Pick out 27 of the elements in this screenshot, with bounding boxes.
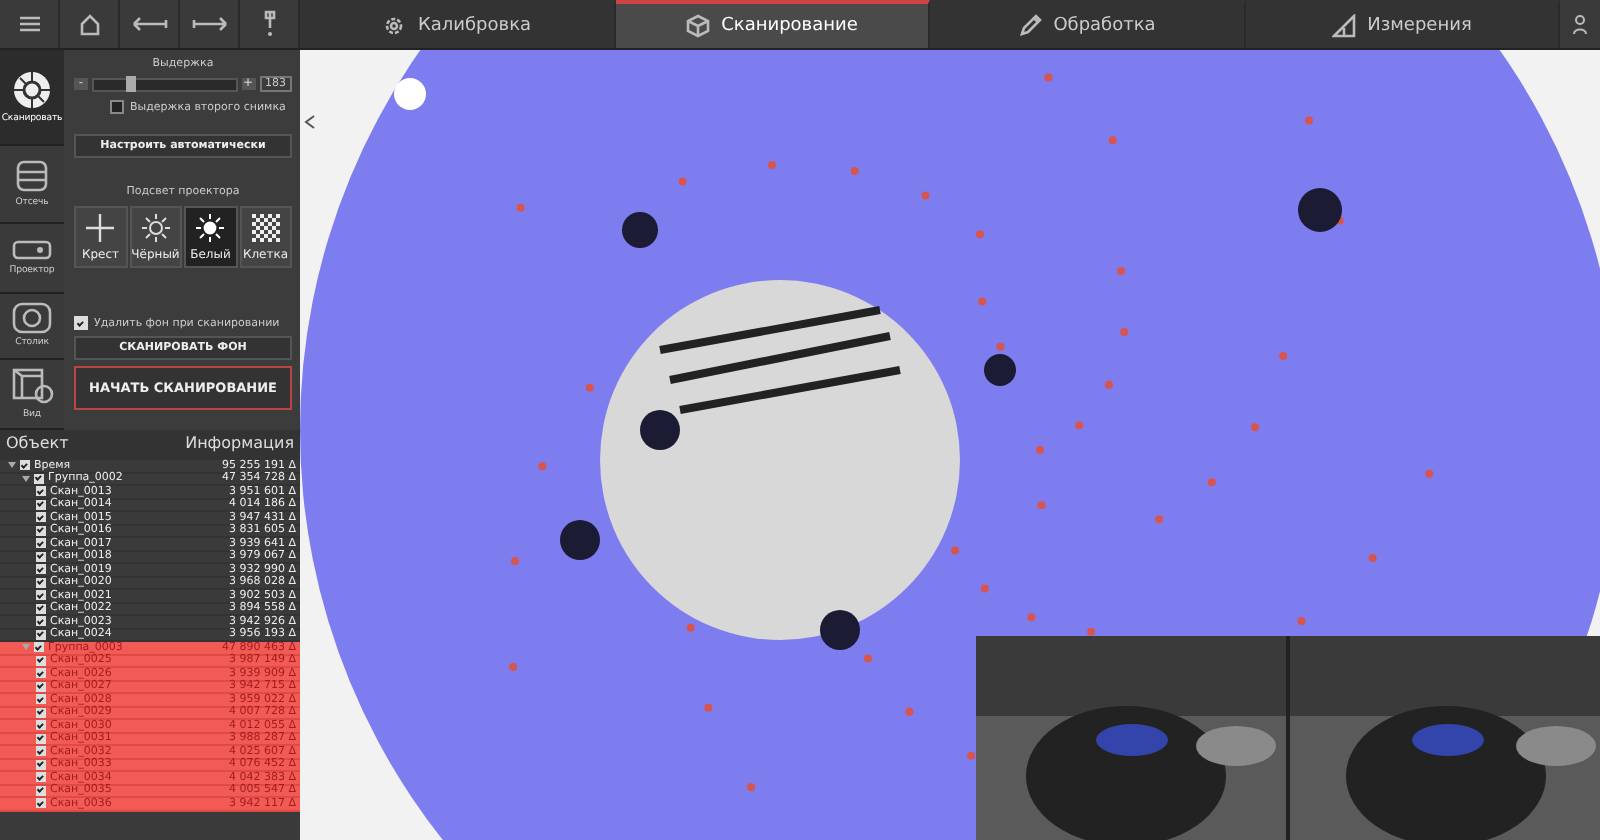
probe-icon [263,10,275,38]
sun-icon [141,214,170,242]
tab[interactable]: Измерения [1245,0,1560,48]
home-icon [77,12,101,36]
person-icon [1572,14,1588,34]
turntable-icon [12,302,52,335]
projector-icon [12,238,52,263]
checkbox[interactable] [110,100,124,114]
pencil-icon [1017,14,1042,38]
sun-icon [196,214,225,242]
exposure-slider[interactable] [92,77,237,91]
tab[interactable]: Сканирование [615,0,930,48]
cube-icon [685,14,710,38]
slider-thumb[interactable] [125,75,136,91]
view-icon [10,366,54,407]
crosshair-icon [86,214,115,242]
column-header: Информация [185,434,294,456]
triangle-ruler-icon [1331,14,1356,38]
tab[interactable]: Обработка [930,0,1245,48]
gear-icon [381,14,406,38]
checkerboard-icon [251,214,280,242]
tab[interactable]: Калибровка [300,0,615,48]
menu-icon [17,14,41,34]
column-header: Объект [6,434,69,456]
arrow-right-icon [191,16,227,32]
arrow-left-icon [131,16,167,32]
aperture-icon [12,70,52,111]
